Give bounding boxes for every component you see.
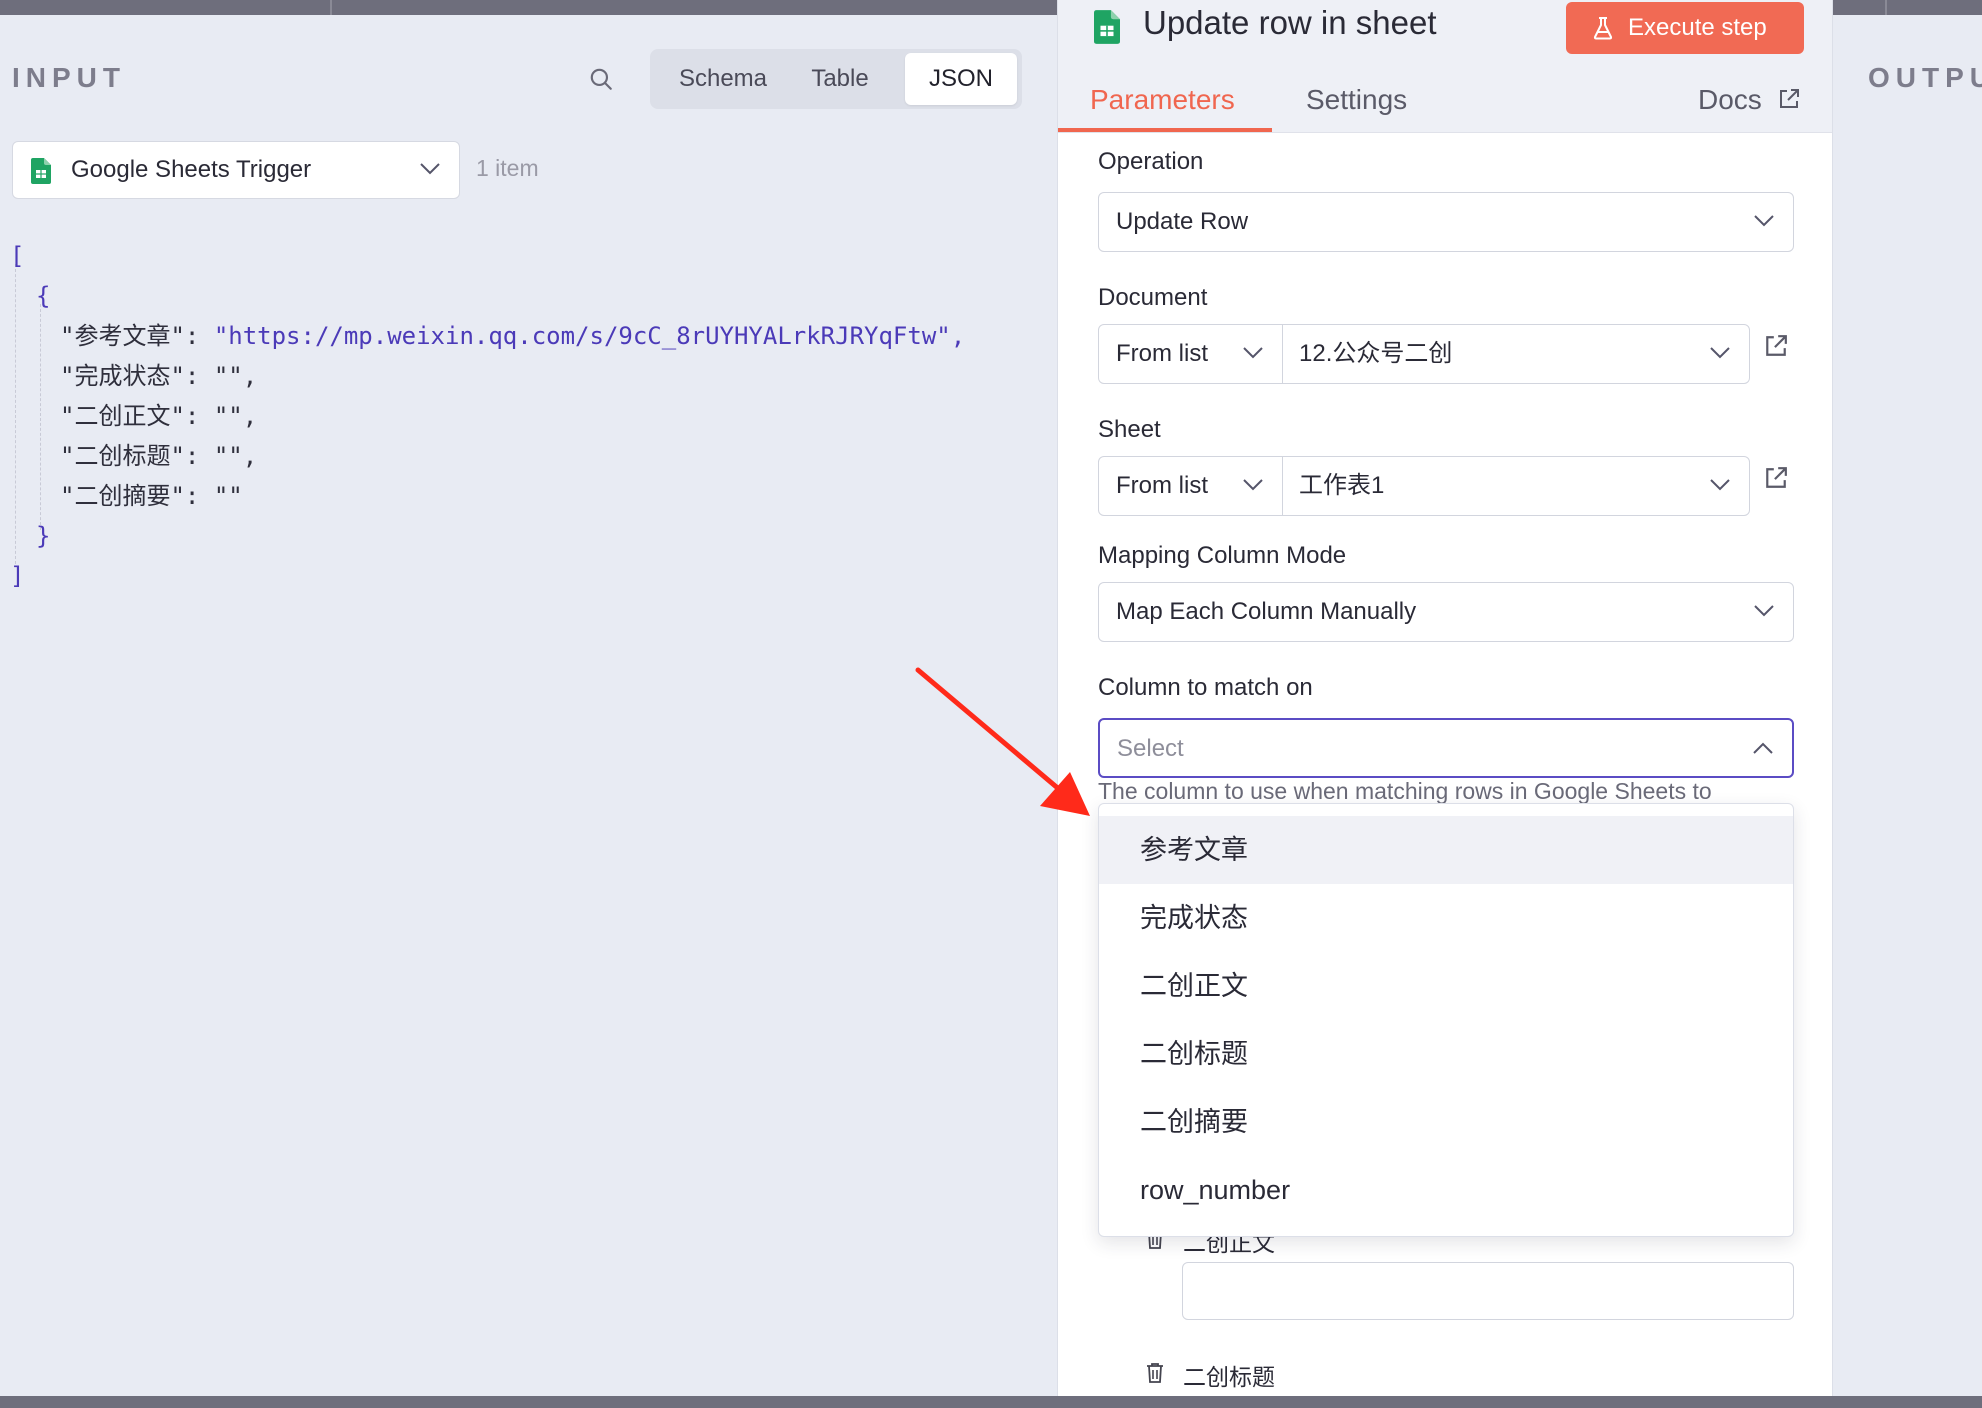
- chevron-down-icon: [1710, 479, 1730, 491]
- match-column-dropdown: 参考文章 完成状态 二创正文 二创标题 二创摘要 row_number: [1098, 803, 1794, 1237]
- external-link-icon[interactable]: [1764, 334, 1788, 358]
- dropdown-option[interactable]: 二创标题: [1099, 1020, 1793, 1088]
- execute-step-label: Execute step: [1628, 14, 1767, 41]
- json-value: "",: [213, 362, 258, 390]
- document-value: 12.公众号二创: [1299, 340, 1453, 367]
- operation-value: Update Row: [1116, 208, 1249, 235]
- tab-json[interactable]: JSON: [905, 53, 1017, 105]
- json-row[interactable]: "二创正文": "",: [60, 396, 257, 436]
- view-mode-toggle: Schema Table JSON: [650, 49, 1022, 109]
- sheet-value: 工作表1: [1299, 472, 1385, 499]
- mapping-mode-select[interactable]: Map Each Column Manually: [1098, 582, 1794, 642]
- match-column-label: Column to match on: [1098, 674, 1313, 701]
- tab-parameters[interactable]: Parameters: [1090, 84, 1235, 116]
- chevron-down-icon: [1754, 215, 1774, 227]
- external-link-icon[interactable]: [1764, 466, 1788, 490]
- mapping-mode-label: Mapping Column Mode: [1098, 542, 1347, 569]
- input-node-select[interactable]: Google Sheets Trigger: [12, 141, 460, 199]
- chevron-down-icon: [1243, 479, 1263, 491]
- dropdown-option[interactable]: 二创正文: [1099, 952, 1793, 1020]
- mapped-columns: 二创正文 二创标题: [1058, 1210, 1832, 1396]
- indent-guide: [15, 264, 16, 564]
- mapping-mode-value: Map Each Column Manually: [1116, 598, 1417, 625]
- dropdown-option[interactable]: 参考文章: [1099, 816, 1793, 884]
- operation-select[interactable]: Update Row: [1098, 192, 1794, 252]
- output-panel-title: OUTPU: [1868, 62, 1982, 93]
- json-open-object: {: [36, 282, 51, 310]
- strip-divider: [330, 0, 332, 15]
- chevron-down-icon: [1243, 347, 1263, 359]
- json-value: "": [213, 482, 243, 510]
- document-mode-select[interactable]: From list: [1099, 325, 1283, 383]
- strip-divider: [1885, 0, 1887, 15]
- node-header: Update row in sheet Execute step Paramet…: [1058, 0, 1832, 133]
- json-row[interactable]: "二创标题": "",: [60, 436, 257, 476]
- input-node-label: Google Sheets Trigger: [71, 156, 312, 183]
- indent-guide: [40, 304, 41, 530]
- json-key: "二创正文":: [60, 402, 200, 430]
- node-parameters-panel: Update row in sheet Execute step Paramet…: [1057, 0, 1833, 1396]
- json-value: "",: [213, 402, 258, 430]
- mapped-column-label: 二创标题: [1183, 1364, 1275, 1390]
- sheet-mode-value: From list: [1116, 472, 1208, 499]
- sheet-label: Sheet: [1098, 416, 1161, 443]
- chevron-down-icon: [1710, 347, 1730, 359]
- json-key: "完成状态":: [60, 362, 200, 390]
- mapped-column-input[interactable]: [1182, 1262, 1794, 1320]
- docs-link[interactable]: Docs: [1698, 84, 1762, 116]
- json-value: "https://mp.weixin.qq.com/s/9cC_8rUYHYAL…: [213, 322, 966, 350]
- match-column-select[interactable]: Select: [1098, 718, 1794, 778]
- chevron-down-icon: [1754, 605, 1774, 617]
- input-panel-title: INPUT: [12, 62, 126, 93]
- chevron-up-icon: [1753, 742, 1773, 754]
- json-close-array: ]: [10, 562, 25, 590]
- json-row[interactable]: "完成状态": "",: [60, 356, 257, 396]
- document-select: From list 12.公众号二创: [1098, 324, 1750, 384]
- dropdown-option[interactable]: 二创摘要: [1099, 1088, 1793, 1156]
- tab-schema[interactable]: Schema: [658, 53, 788, 105]
- external-link-icon[interactable]: [1778, 88, 1800, 110]
- json-value: "",: [213, 442, 258, 470]
- tab-settings[interactable]: Settings: [1306, 84, 1407, 116]
- sheet-mode-select[interactable]: From list: [1099, 457, 1283, 515]
- google-sheets-icon: [31, 158, 51, 184]
- match-column-placeholder: Select: [1117, 735, 1184, 762]
- google-sheets-icon: [1094, 10, 1120, 44]
- active-tab-indicator: [1058, 128, 1272, 132]
- json-open-array: [: [10, 242, 25, 270]
- json-row[interactable]: "参考文章": "https://mp.weixin.qq.com/s/9cC_…: [60, 316, 965, 356]
- operation-label: Operation: [1098, 148, 1204, 175]
- json-key: "二创摘要":: [60, 482, 200, 510]
- json-row[interactable]: "二创摘要": "": [60, 476, 243, 516]
- flask-icon: [1593, 17, 1613, 40]
- document-mode-value: From list: [1116, 340, 1208, 367]
- search-icon[interactable]: [588, 66, 614, 92]
- node-title[interactable]: Update row in sheet: [1143, 4, 1437, 42]
- annotation-arrow: [915, 667, 1090, 816]
- chevron-down-icon: [420, 163, 440, 175]
- dropdown-option[interactable]: 完成状态: [1099, 884, 1793, 952]
- match-column-hint: The column to use when matching rows in …: [1098, 778, 1712, 804]
- json-close-object: }: [36, 522, 51, 550]
- dropdown-option[interactable]: row_number: [1099, 1156, 1793, 1224]
- document-label: Document: [1098, 284, 1208, 311]
- trash-icon[interactable]: [1146, 1362, 1164, 1384]
- item-count: 1 item: [476, 155, 539, 181]
- execute-step-button[interactable]: Execute step: [1566, 2, 1804, 54]
- tab-table[interactable]: Table: [788, 53, 892, 105]
- json-key: "二创标题":: [60, 442, 200, 470]
- json-key: "参考文章":: [60, 322, 200, 350]
- bottom-strip: [0, 1396, 1982, 1408]
- sheet-select: From list 工作表1: [1098, 456, 1750, 516]
